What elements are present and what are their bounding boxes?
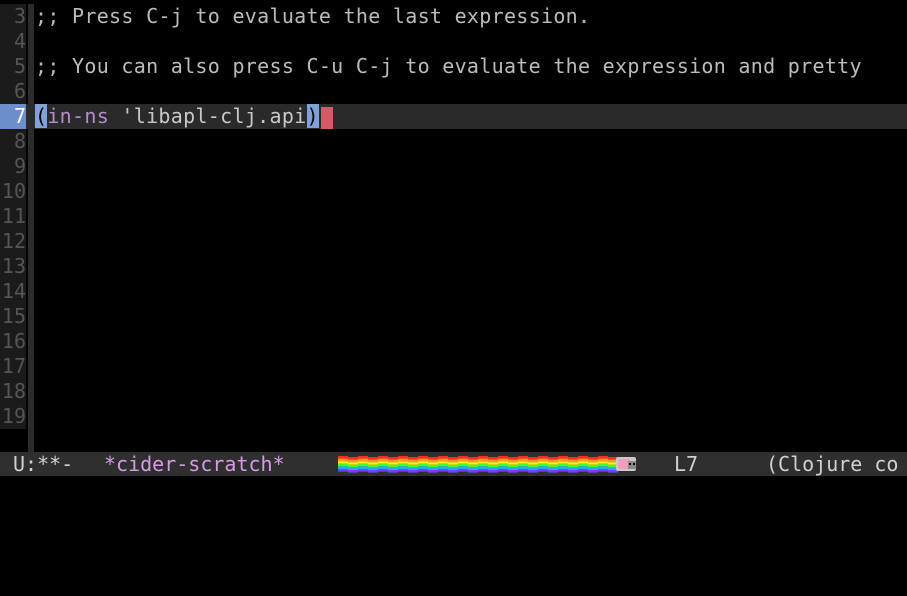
line-number: 15 [0, 304, 26, 329]
line-number: 10 [0, 179, 26, 204]
open-paren: ( [35, 104, 48, 128]
line-number: 19 [0, 404, 26, 429]
editor-line-15[interactable]: 15 [0, 304, 907, 329]
editor-line-17[interactable]: 17 [0, 354, 907, 379]
nyan-cat-icon [616, 457, 636, 471]
line-number: 7 [0, 104, 26, 129]
editor-line-10[interactable]: 10 [0, 179, 907, 204]
editor-line-7-current[interactable]: 7 (in-ns 'libapl-clj.api) [0, 104, 907, 129]
line-number: 14 [0, 279, 26, 304]
close-paren: ) [306, 104, 319, 128]
editor-line-16[interactable]: 16 [0, 329, 907, 354]
editor-line-5[interactable]: 5 ;; You can also press C-u C-j to evalu… [0, 54, 907, 79]
line-number: 13 [0, 254, 26, 279]
editor-line-11[interactable]: 11 [0, 204, 907, 229]
editor-line-9[interactable]: 9 [0, 154, 907, 179]
line-number: 17 [0, 354, 26, 379]
editor-buffer[interactable]: 3 ;; Press C-j to evaluate the last expr… [0, 4, 907, 454]
comment-line: ;; You can also press C-u C-j to evaluat… [35, 54, 862, 78]
line-number: 8 [0, 129, 26, 154]
editor-line-4[interactable]: 4 [0, 29, 907, 54]
comment-line: ;; Press C-j to evaluate the last expres… [35, 4, 591, 28]
line-number: 5 [0, 54, 26, 79]
editor-line-14[interactable]: 14 [0, 279, 907, 304]
line-number: 16 [0, 329, 26, 354]
line-number: 12 [0, 229, 26, 254]
buffer-state: U:**- [13, 452, 74, 476]
line-number: 4 [0, 29, 26, 54]
mode-line[interactable]: U:**- *cider-scratch* L7 (Clojure co [0, 452, 907, 476]
minibuffer[interactable] [0, 476, 907, 503]
namespace-symbol: 'libapl-clj.api [109, 104, 307, 128]
text-cursor [320, 106, 333, 129]
editor-line-18[interactable]: 18 [0, 379, 907, 404]
code-expression: (in-ns 'libapl-clj.api) [35, 104, 333, 129]
editor-line-19[interactable]: 19 [0, 404, 907, 429]
line-number: 18 [0, 379, 26, 404]
editor-line-8[interactable]: 8 [0, 129, 907, 154]
editor-line-3[interactable]: 3 ;; Press C-j to evaluate the last expr… [0, 4, 907, 29]
nyan-cat-progress-icon [338, 456, 636, 473]
line-number: 6 [0, 79, 26, 104]
line-indicator: L7 [674, 452, 699, 476]
buffer-name[interactable]: *cider-scratch* [104, 452, 285, 476]
major-mode[interactable]: (Clojure co [766, 452, 898, 476]
editor-line-6[interactable]: 6 [0, 79, 907, 104]
line-number: 11 [0, 204, 26, 229]
editor-line-13[interactable]: 13 [0, 254, 907, 279]
keyword-in-ns: in-ns [47, 104, 110, 128]
line-number: 3 [0, 4, 26, 29]
editor-line-12[interactable]: 12 [0, 229, 907, 254]
line-number: 9 [0, 154, 26, 179]
